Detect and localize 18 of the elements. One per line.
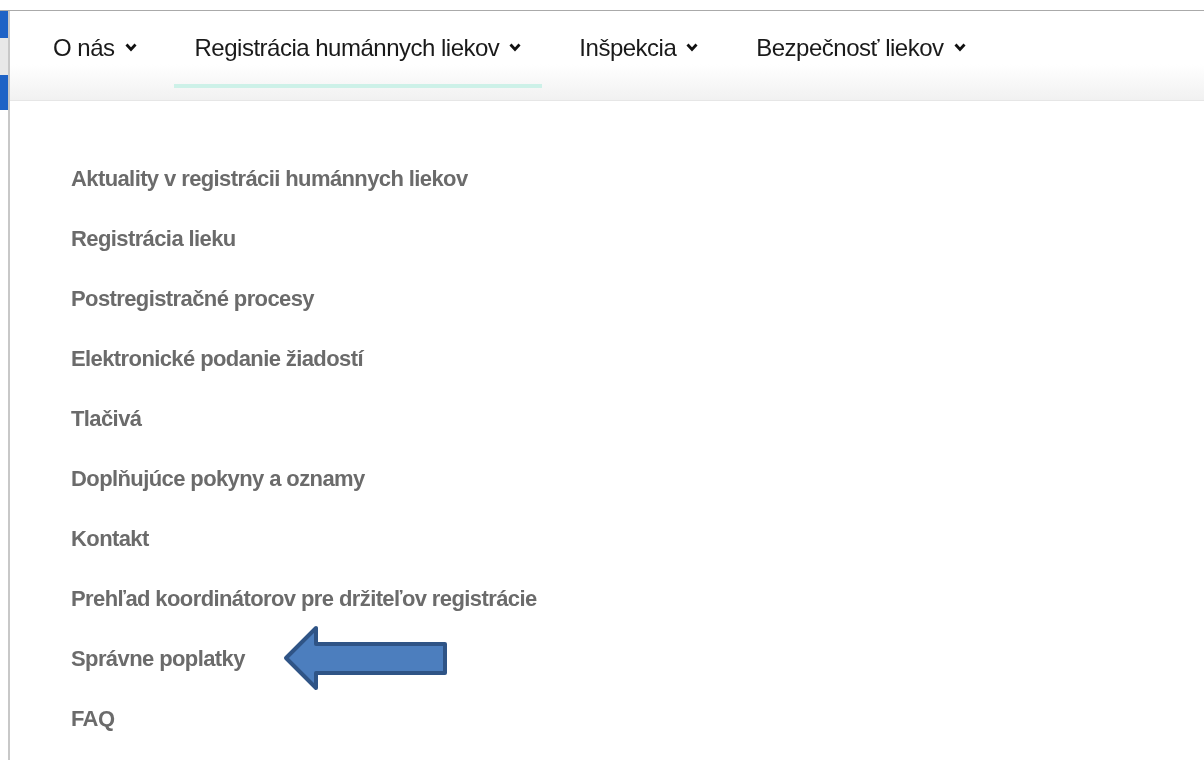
menu-link[interactable]: Postregistračné procesy	[71, 281, 314, 315]
nav-tab[interactable]: Inšpekcia	[558, 11, 720, 88]
menu-link[interactable]: Doplňujúce pokyny a oznamy	[71, 461, 365, 495]
nav-tab[interactable]: O nás	[32, 11, 158, 88]
menu-link[interactable]: Kontakt	[71, 521, 149, 555]
chevron-down-icon	[124, 43, 137, 52]
menu-link[interactable]: Prehľad koordinátorov pre držiteľov registrácie	[71, 581, 537, 615]
menu-link[interactable]: Tlačivá	[71, 401, 142, 435]
menu-link[interactable]: Správne poplatky	[71, 641, 245, 675]
nav-tab[interactable]: Bezpečnosť liekov	[735, 11, 987, 88]
menu-link[interactable]: FAQ	[71, 701, 115, 735]
menu-link[interactable]: Elektronické podanie žiadostí	[71, 341, 363, 375]
menu-link[interactable]: Registrácia lieku	[71, 221, 236, 255]
chevron-down-icon	[953, 43, 966, 52]
chevron-down-icon	[686, 43, 699, 52]
nav-tab[interactable]: Registrácia humánnych liekov	[173, 11, 543, 88]
chevron-down-icon	[509, 43, 522, 52]
menu-link[interactable]: Aktuality v registrácii humánnych liekov	[71, 161, 468, 195]
